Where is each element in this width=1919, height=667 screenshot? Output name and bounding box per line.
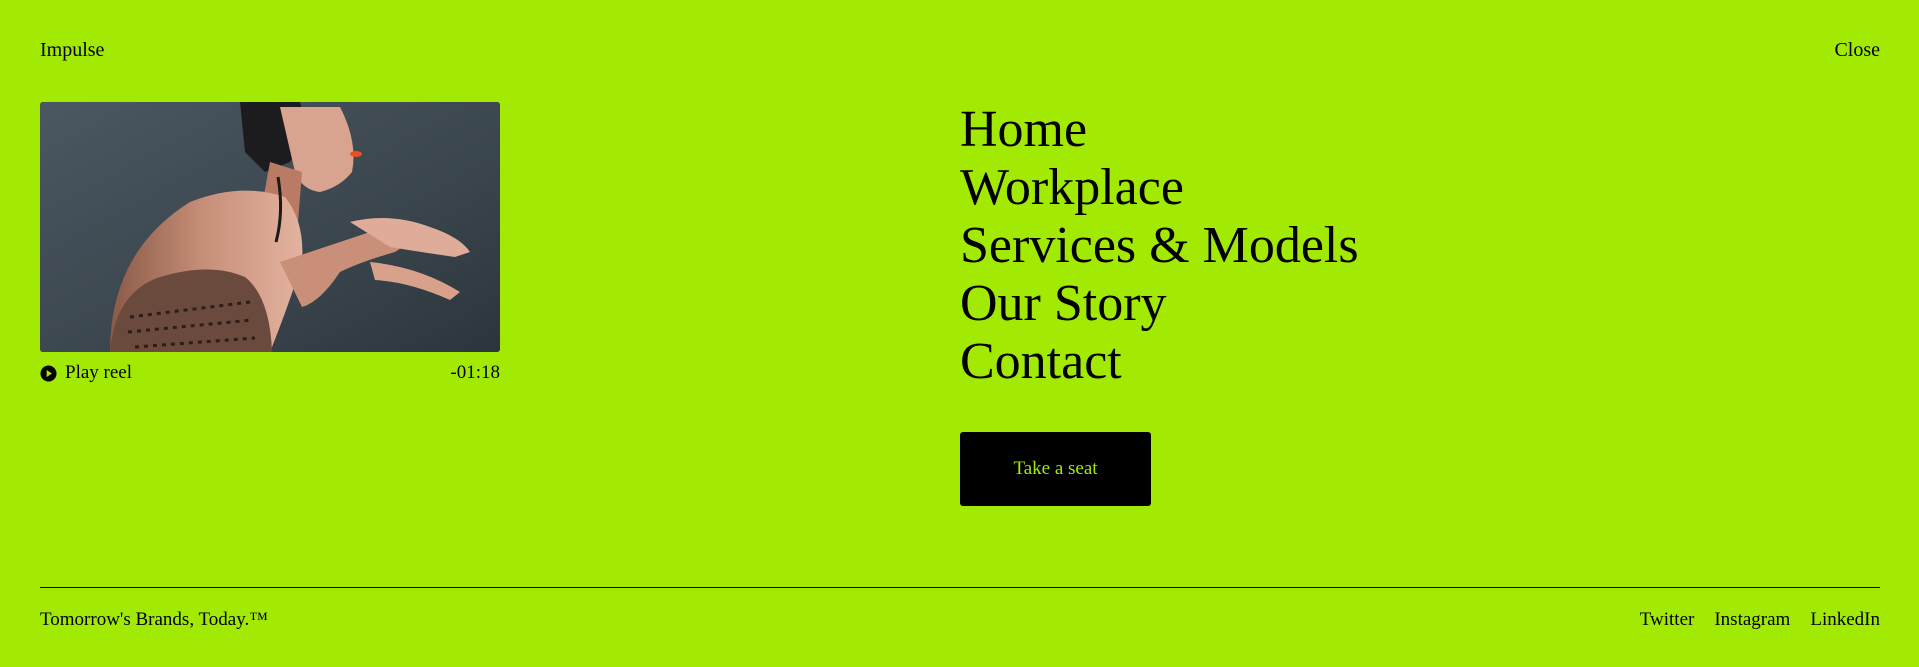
social-links: Twitter Instagram LinkedIn: [1640, 608, 1880, 632]
nav-item-workplace[interactable]: Workplace: [960, 159, 1359, 217]
footer-divider: [40, 587, 1880, 588]
reel-video-thumbnail[interactable]: [40, 102, 500, 352]
reel-time-remaining: -01:18: [450, 362, 500, 383]
play-reel-button[interactable]: Play reel: [40, 362, 132, 384]
play-reel-label: Play reel: [65, 362, 133, 383]
footer-tagline: Tomorrow's Brands, Today.™: [40, 609, 268, 630]
reel-controls: Play reel -01:18: [40, 362, 500, 384]
nav-item-home[interactable]: Home: [960, 101, 1359, 159]
reel-player: Play reel -01:18: [40, 102, 500, 384]
social-link-instagram[interactable]: Instagram: [1714, 608, 1790, 632]
main-nav: Home Workplace Services & Models Our Sto…: [960, 101, 1359, 391]
social-link-linkedin[interactable]: LinkedIn: [1810, 608, 1880, 632]
nav-item-services-models[interactable]: Services & Models: [960, 217, 1359, 275]
nav-item-our-story[interactable]: Our Story: [960, 275, 1359, 333]
reel-image: [40, 102, 500, 352]
play-circle-icon: [40, 364, 57, 382]
brand-logo[interactable]: Impulse: [40, 38, 104, 62]
social-link-twitter[interactable]: Twitter: [1640, 608, 1695, 632]
take-a-seat-button[interactable]: Take a seat: [960, 432, 1151, 506]
nav-item-contact[interactable]: Contact: [960, 333, 1359, 391]
close-button[interactable]: Close: [1834, 38, 1880, 62]
